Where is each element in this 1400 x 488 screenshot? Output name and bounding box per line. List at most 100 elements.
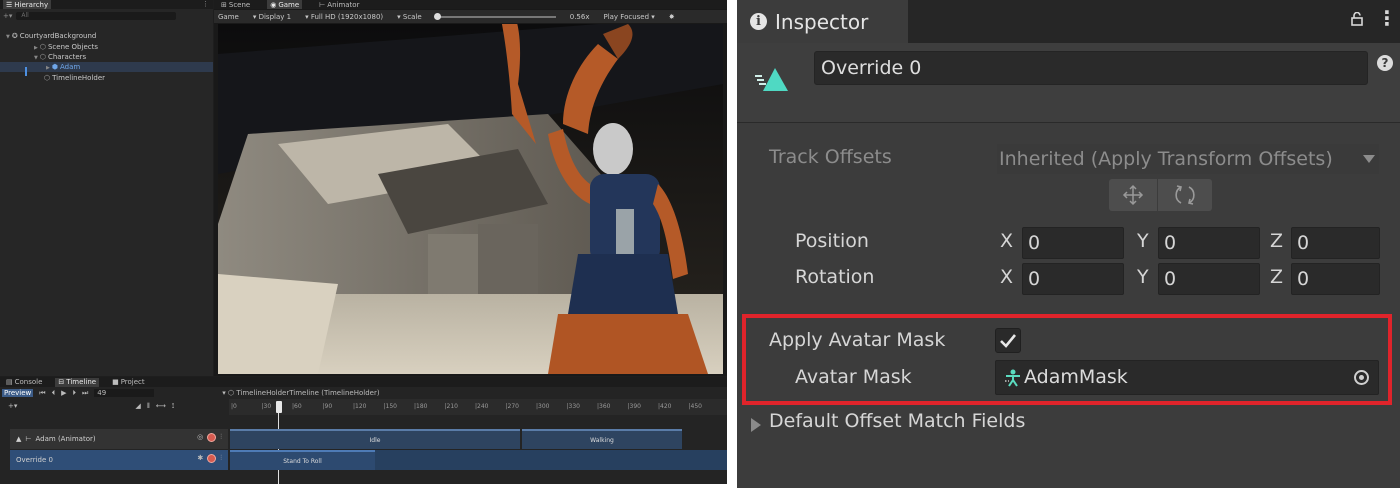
gear-icon[interactable]: ✸ [669, 13, 675, 21]
game-toolbar: Game ▾ Display 1 ▾ Full HD (1920x1080) ▾… [214, 10, 727, 23]
position-z-field[interactable]: 0 [1291, 227, 1380, 259]
tab-scene[interactable]: ⊞ Scene [218, 0, 253, 9]
clip-walking[interactable]: Walking [522, 429, 682, 449]
hierarchy-search-input[interactable]: All [16, 12, 177, 20]
ruler-tick-label: |240 [475, 403, 489, 410]
inspector-header: Override 0 ? [737, 43, 1400, 123]
mix-icon[interactable]: ⟷ [156, 402, 166, 410]
hierarchy-search-row: +▾ All [0, 11, 213, 21]
ruler-tick-label: |0 [231, 403, 237, 410]
rotation-y-field[interactable]: 0 [1158, 263, 1260, 295]
go-to-end-icon[interactable]: ⏭ [82, 389, 88, 398]
tab-hierarchy[interactable]: ☰ Hierarchy [3, 0, 52, 9]
ruler-tick-label: |120 [353, 403, 367, 410]
lock-track-icon[interactable]: ⫶ [220, 454, 222, 463]
scale-value: 0.56x [569, 12, 590, 21]
default-offset-match-fields-foldout[interactable]: Default Offset Match Fields [769, 410, 1025, 432]
resolution-dropdown[interactable]: ▾ Full HD (1920x1080) [305, 13, 383, 21]
list-icon: ☰ [6, 0, 13, 9]
hierarchy-menu-icon[interactable]: ⋮ [202, 0, 209, 8]
ruler-tick-label: |450 [688, 403, 702, 410]
expand-arrow-icon[interactable]: ▼ [34, 55, 38, 61]
track-controls: ✱ ⫶ [197, 454, 222, 463]
search-placeholder: All [21, 12, 29, 19]
help-icon[interactable]: ? [1377, 55, 1393, 71]
scale-slider[interactable] [433, 12, 556, 20]
track-controls: ◎ ⫶ [197, 433, 222, 442]
console-icon: ▤ [6, 378, 13, 386]
position-x-axis-label: X [1000, 230, 1014, 252]
object-name-field[interactable]: Override 0 [814, 51, 1368, 85]
ruler-tick-label: |420 [658, 403, 672, 410]
ripple-icon[interactable]: ⫴ [147, 402, 150, 411]
rotation-z-field[interactable]: 0 [1291, 263, 1380, 295]
record-icon[interactable] [207, 454, 217, 463]
collapse-arrow-icon[interactable]: ▶ [34, 45, 38, 51]
position-x-field[interactable]: 0 [1022, 227, 1124, 259]
lock-track-icon[interactable]: ⫶ [220, 433, 222, 442]
expand-arrow-icon[interactable]: ▼ [6, 34, 10, 40]
tab-project[interactable]: ■ Project [109, 378, 148, 387]
tab-animator[interactable]: ⊢ Animator [316, 0, 362, 9]
display-dropdown[interactable]: ▾ Display 1 [253, 13, 291, 21]
tree-item-adam[interactable]: ▶ ⬢ Adam [0, 62, 213, 72]
timeline-clip-icon [755, 68, 788, 91]
avatar-mask-icon[interactable]: ✱ [197, 454, 203, 463]
more-menu-icon[interactable]: ⋮ [1377, 8, 1397, 28]
clip-idle[interactable]: Idle [230, 429, 520, 449]
tree-item-scene-objects[interactable]: ▶ ⬡ Scene Objects [0, 42, 213, 52]
ruler-tick-label: |360 [597, 403, 611, 410]
tree-item-courtyard[interactable]: ▼ ✪ CourtyardBackground [0, 31, 213, 41]
inspector-tabbar: i Inspector ⋮ [737, 0, 1400, 43]
game-mode-dropdown[interactable]: Game [218, 13, 239, 21]
foldout-arrow-icon[interactable] [751, 418, 761, 432]
ruler-tick-label: |270 [505, 403, 519, 410]
rotation-z-axis-label: Z [1270, 266, 1284, 288]
rotate-tool-button[interactable] [1158, 179, 1212, 211]
collapse-arrow-icon[interactable]: ▶ [46, 65, 50, 71]
preview-button[interactable]: Preview [2, 389, 34, 397]
track-toolbar: +▾ ◢ ⫴ ⟷ ⟟ [0, 400, 228, 412]
tab-game[interactable]: ◉ Game [267, 0, 303, 9]
previous-frame-icon[interactable]: ⏴ [52, 389, 56, 398]
track-adam-animator[interactable]: ▲ ⊢ Adam (Animator) ◎ ⫶ [10, 429, 228, 449]
play-icon[interactable]: ▶ [61, 389, 66, 397]
playhead-handle[interactable] [276, 401, 282, 413]
tree-item-timelineholder[interactable]: ⬡ TimelineHolder [0, 73, 213, 83]
move-arrows-icon [1122, 184, 1144, 206]
position-label: Position [795, 230, 869, 252]
ruler-tick-label: |210 [444, 403, 458, 410]
add-track-icon[interactable]: +▾ [8, 402, 17, 410]
lock-icon[interactable] [1351, 12, 1363, 26]
tree-item-characters[interactable]: ▼ ⬡ Characters [0, 52, 213, 62]
track-override-0[interactable]: Override 0 ✱ ⫶ [10, 450, 228, 470]
timeline-tabbar: ▤ Console ⊟ Timeline ■ Project [0, 377, 727, 387]
prefab-icon: ⬢ [51, 63, 58, 71]
tab-console[interactable]: ▤ Console [3, 378, 45, 387]
timeline-asset-dropdown[interactable]: ▾ ⬡ TimelineHolderTimeline (TimelineHold… [222, 389, 379, 397]
play-mode-dropdown[interactable]: Play Focused ▾ [603, 13, 654, 21]
go-to-start-icon[interactable]: ⏮ [39, 389, 45, 398]
add-icon[interactable]: +▾ [3, 12, 12, 20]
collapse-arrow-icon[interactable]: ▲ [16, 435, 21, 443]
position-y-field[interactable]: 0 [1158, 227, 1260, 259]
rotation-x-axis-label: X [1000, 266, 1014, 288]
snap-icon[interactable]: ◢ [135, 402, 140, 410]
target-icon[interactable]: ◎ [197, 433, 203, 442]
animation-track-icon: ⊢ [25, 435, 32, 443]
override-track-area [375, 450, 727, 470]
record-icon[interactable] [207, 433, 217, 442]
rotation-x-field[interactable]: 0 [1022, 263, 1124, 295]
track-offsets-dropdown[interactable]: Inherited (Apply Transform Offsets) [997, 144, 1379, 174]
timeline-panel: ▤ Console ⊟ Timeline ■ Project Preview ⏮ ⏴ … [0, 377, 727, 484]
tab-inspector[interactable]: i Inspector [737, 0, 908, 43]
next-frame-icon[interactable]: ⏵ [72, 389, 76, 398]
pin-icon[interactable]: ⟟ [172, 402, 175, 411]
timeline-ruler[interactable]: |0 |30 |60 |90 |120 |150 |180 |210 |240 |270 |300 |… [229, 399, 727, 415]
gamepad-icon: ◉ [270, 0, 277, 9]
gameobject-icon: ⬡ [39, 43, 46, 51]
frame-field[interactable]: 49 [94, 389, 155, 397]
clip-stand-to-roll[interactable]: Stand To Roll [230, 450, 375, 470]
tab-timeline[interactable]: ⊟ Timeline [55, 377, 100, 387]
move-tool-button[interactable] [1109, 179, 1157, 211]
